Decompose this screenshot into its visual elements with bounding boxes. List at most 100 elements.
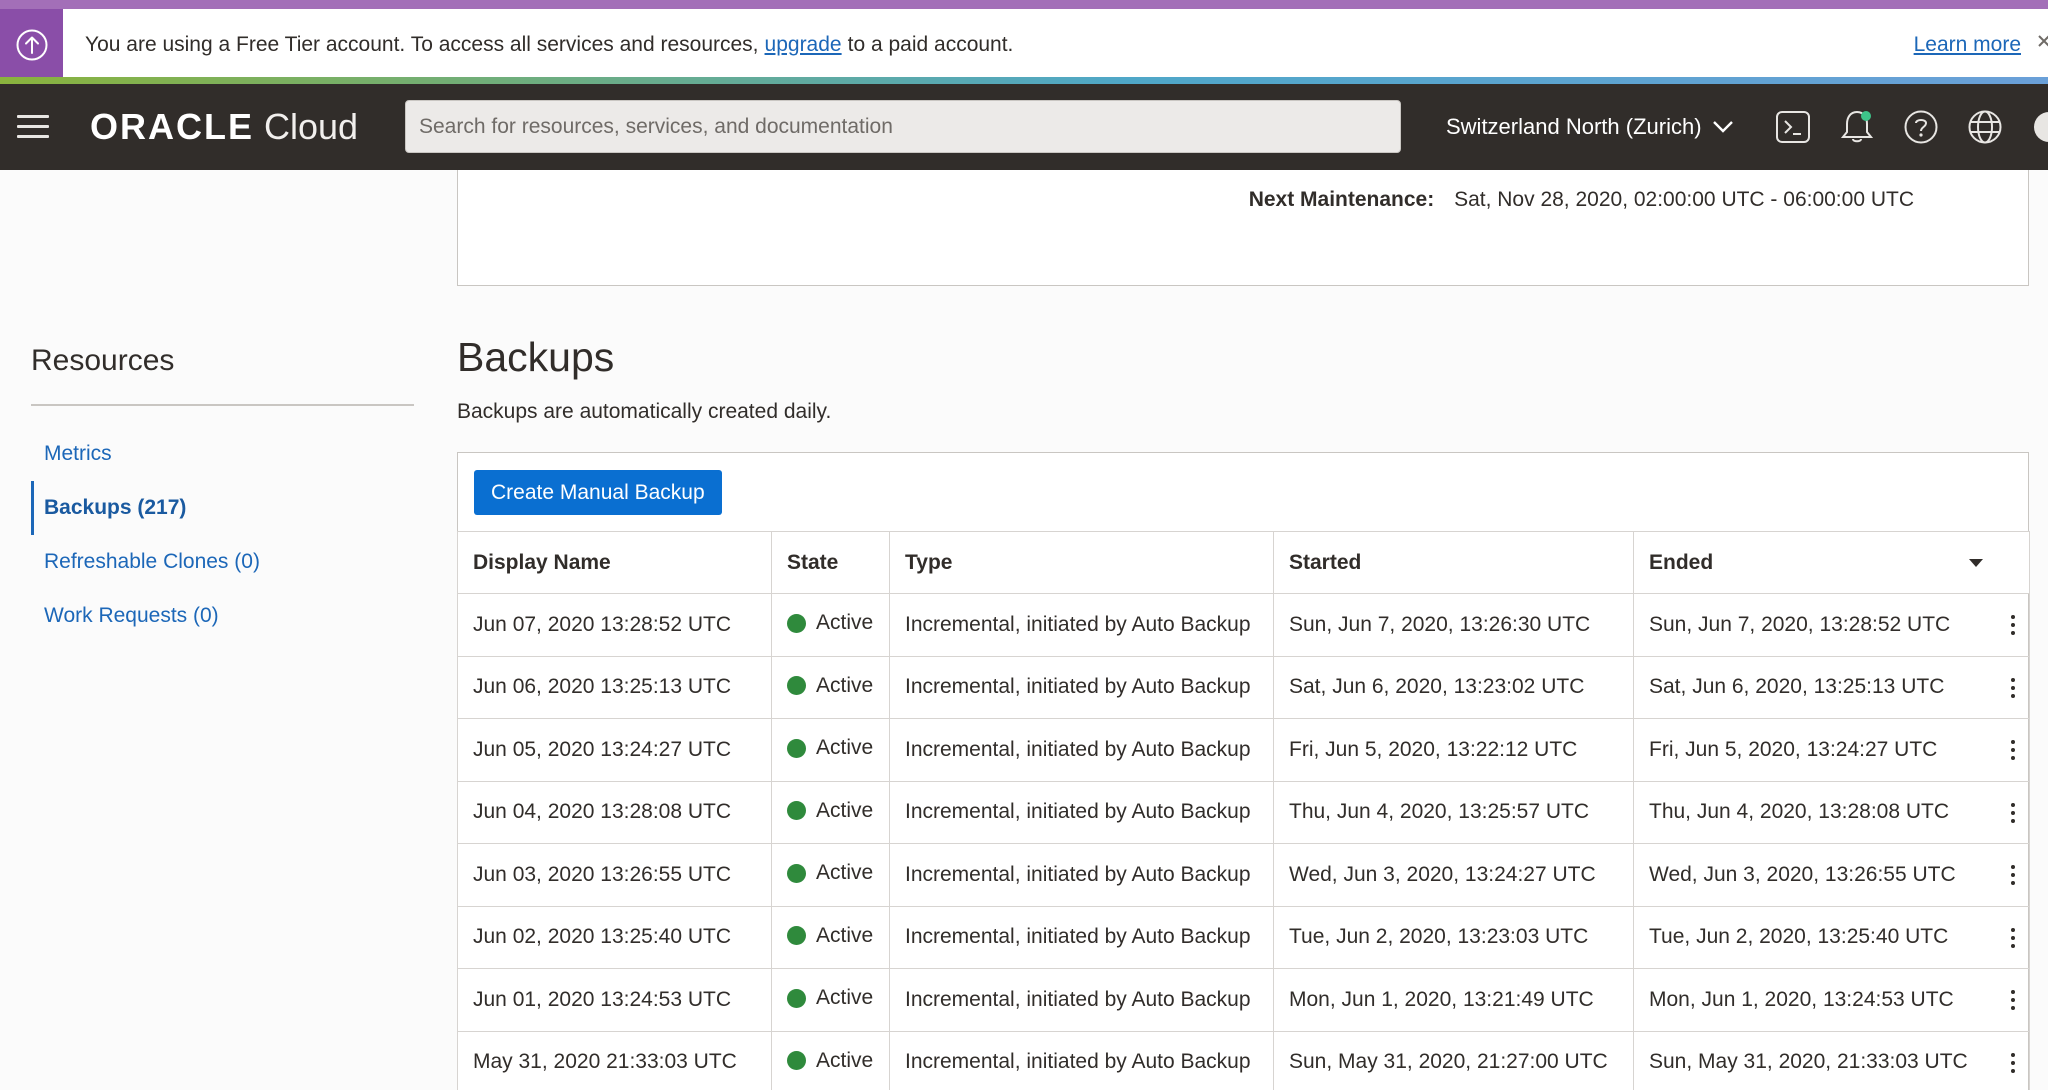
active-status-dot-icon — [787, 676, 806, 695]
backup-state: Active — [771, 593, 890, 657]
backups-panel: Create Manual Backup Display Name State … — [457, 452, 2030, 1090]
row-actions-kebab-icon[interactable] — [2005, 735, 2021, 765]
row-actions-kebab-icon[interactable] — [2005, 985, 2021, 1015]
backup-started: Fri, Jun 5, 2020, 13:22:12 UTC — [1273, 718, 1634, 782]
resources-heading: Resources — [31, 344, 175, 377]
column-header-started[interactable]: Started — [1273, 531, 1634, 594]
backup-state-label: Active — [816, 986, 874, 1009]
backup-type: Incremental, initiated by Auto Backup — [889, 968, 1274, 1032]
backup-ended: Fri, Jun 5, 2020, 13:24:27 UTC — [1633, 718, 2030, 782]
table-row: Jun 03, 2020 13:26:55 UTC Active Increment… — [457, 843, 2030, 907]
row-actions-kebab-icon[interactable] — [2005, 673, 2021, 703]
upgrade-link[interactable]: upgrade — [765, 33, 842, 57]
help-icon[interactable] — [1902, 108, 1940, 146]
backup-started: Thu, Jun 4, 2020, 13:25:57 UTC — [1273, 780, 1634, 844]
create-manual-backup-button[interactable]: Create Manual Backup — [474, 470, 722, 515]
maintenance-panel: Next Maintenance: Sat, Nov 28, 2020, 02:… — [457, 170, 2029, 286]
table-row: Jun 04, 2020 13:28:08 UTC Active Increment… — [457, 780, 2030, 844]
table-row: Jun 05, 2020 13:24:27 UTC Active Increment… — [457, 718, 2030, 782]
backup-started: Sat, Jun 6, 2020, 13:23:02 UTC — [1273, 655, 1634, 719]
backup-type: Incremental, initiated by Auto Backup — [889, 718, 1274, 782]
logo-cloud-text: Cloud — [264, 106, 359, 147]
row-actions-kebab-icon[interactable] — [2005, 610, 2021, 640]
top-navigation-bar: ORACLE Cloud Switzerland North (Zurich) — [0, 84, 2048, 170]
backup-ended: Tue, Jun 2, 2020, 13:25:40 UTC — [1633, 905, 2030, 969]
sort-descending-icon[interactable] — [1968, 558, 1984, 568]
oracle-cloud-logo[interactable]: ORACLE Cloud — [90, 102, 358, 152]
backup-display-name[interactable]: May 31, 2020 21:33:03 UTC — [457, 1030, 772, 1090]
column-header-type[interactable]: Type — [889, 531, 1274, 594]
table-header-row: Display Name State Type Started Ended — [457, 531, 2030, 594]
search-input[interactable] — [405, 100, 1401, 153]
banner-message: You are using a Free Tier account. To ac… — [85, 9, 1013, 80]
backup-display-name[interactable]: Jun 03, 2020 13:26:55 UTC — [457, 843, 772, 907]
backup-started: Sun, Jun 7, 2020, 13:26:30 UTC — [1273, 593, 1634, 657]
backup-type: Incremental, initiated by Auto Backup — [889, 1030, 1274, 1090]
backup-ended: Sun, Jun 7, 2020, 13:28:52 UTC — [1633, 593, 2030, 657]
backup-display-name[interactable]: Jun 04, 2020 13:28:08 UTC — [457, 780, 772, 844]
row-actions-kebab-icon[interactable] — [2005, 798, 2021, 828]
active-status-dot-icon — [787, 926, 806, 945]
cloud-shell-icon[interactable] — [1774, 108, 1812, 146]
next-maintenance-row: Next Maintenance: Sat, Nov 28, 2020, 02:… — [1249, 188, 1914, 212]
column-header-display-name[interactable]: Display Name — [457, 531, 772, 594]
column-header-state[interactable]: State — [771, 531, 890, 594]
backup-type: Incremental, initiated by Auto Backup — [889, 655, 1274, 719]
notifications-bell-icon[interactable] — [1838, 108, 1876, 146]
banner-gradient-strip — [0, 77, 2048, 84]
close-banner-icon[interactable] — [2036, 33, 2048, 55]
sidebar-item-refreshable-clones[interactable]: Refreshable Clones (0) — [31, 535, 414, 589]
active-status-dot-icon — [787, 801, 806, 820]
backup-state: Active — [771, 718, 890, 782]
row-actions-kebab-icon[interactable] — [2005, 923, 2021, 953]
backup-type: Incremental, initiated by Auto Backup — [889, 593, 1274, 657]
backup-ended: Wed, Jun 3, 2020, 13:26:55 UTC — [1633, 843, 2030, 907]
active-status-dot-icon — [787, 1051, 806, 1070]
column-header-ended-label: Ended — [1649, 550, 1714, 574]
backup-started: Tue, Jun 2, 2020, 13:23:03 UTC — [1273, 905, 1634, 969]
backup-display-name[interactable]: Jun 01, 2020 13:24:53 UTC — [457, 968, 772, 1032]
backup-state-label: Active — [816, 861, 874, 884]
active-status-dot-icon — [787, 738, 806, 758]
region-selector[interactable]: Switzerland North (Zurich) — [1446, 84, 1734, 170]
backup-ended: Sat, Jun 6, 2020, 13:25:13 UTC — [1633, 655, 2030, 719]
backup-ended: Sun, May 31, 2020, 21:33:03 UTC — [1633, 1030, 2030, 1090]
backups-description: Backups are automatically created daily. — [457, 400, 832, 423]
backup-state-label: Active — [816, 673, 874, 697]
column-header-ended[interactable]: Ended — [1633, 531, 2030, 594]
table-row: Jun 01, 2020 13:24:53 UTC Active Increment… — [457, 968, 2030, 1032]
row-actions-kebab-icon[interactable] — [2005, 1048, 2021, 1078]
profile-icon[interactable] — [2030, 108, 2048, 146]
backup-state: Active — [771, 905, 890, 969]
language-globe-icon[interactable] — [1966, 108, 2004, 146]
backup-state-label: Active — [816, 736, 874, 759]
backup-started: Sun, May 31, 2020, 21:27:00 UTC — [1273, 1030, 1634, 1090]
resources-list: Metrics Backups (217) Refreshable Clones… — [31, 427, 414, 643]
backup-type: Incremental, initiated by Auto Backup — [889, 843, 1274, 907]
backup-display-name[interactable]: Jun 06, 2020 13:25:13 UTC — [457, 655, 772, 719]
backup-state-label: Active — [816, 798, 874, 822]
learn-more-link[interactable]: Learn more — [1914, 9, 2021, 80]
backups-heading: Backups — [457, 334, 615, 380]
table-row: Jun 07, 2020 13:28:52 UTC Active Increment… — [457, 593, 2030, 657]
upgrade-arrow-icon — [0, 9, 63, 80]
sidebar-item-backups[interactable]: Backups (217) — [31, 481, 414, 535]
backup-state-label: Active — [816, 923, 874, 947]
backup-display-name[interactable]: Jun 05, 2020 13:24:27 UTC — [457, 718, 772, 782]
backup-state: Active — [771, 843, 890, 907]
backup-state-label: Active — [816, 1048, 874, 1072]
active-status-dot-icon — [787, 988, 806, 1008]
backup-display-name[interactable]: Jun 02, 2020 13:25:40 UTC — [457, 905, 772, 969]
hamburger-menu-icon[interactable] — [17, 115, 49, 139]
sidebar-item-metrics[interactable]: Metrics — [31, 427, 414, 481]
row-actions-kebab-icon[interactable] — [2005, 860, 2021, 890]
backup-type: Incremental, initiated by Auto Backup — [889, 780, 1274, 844]
free-tier-banner: You are using a Free Tier account. To ac… — [0, 0, 2048, 80]
active-status-dot-icon — [787, 613, 806, 633]
backup-display-name[interactable]: Jun 07, 2020 13:28:52 UTC — [457, 593, 772, 657]
backup-state: Active — [771, 968, 890, 1032]
next-maintenance-value: Sat, Nov 28, 2020, 02:00:00 UTC - 06:00:… — [1454, 188, 1914, 211]
logo-oracle-text: ORACLE — [90, 106, 254, 147]
backup-started: Mon, Jun 1, 2020, 13:21:49 UTC — [1273, 968, 1634, 1032]
sidebar-item-work-requests[interactable]: Work Requests (0) — [31, 589, 414, 643]
